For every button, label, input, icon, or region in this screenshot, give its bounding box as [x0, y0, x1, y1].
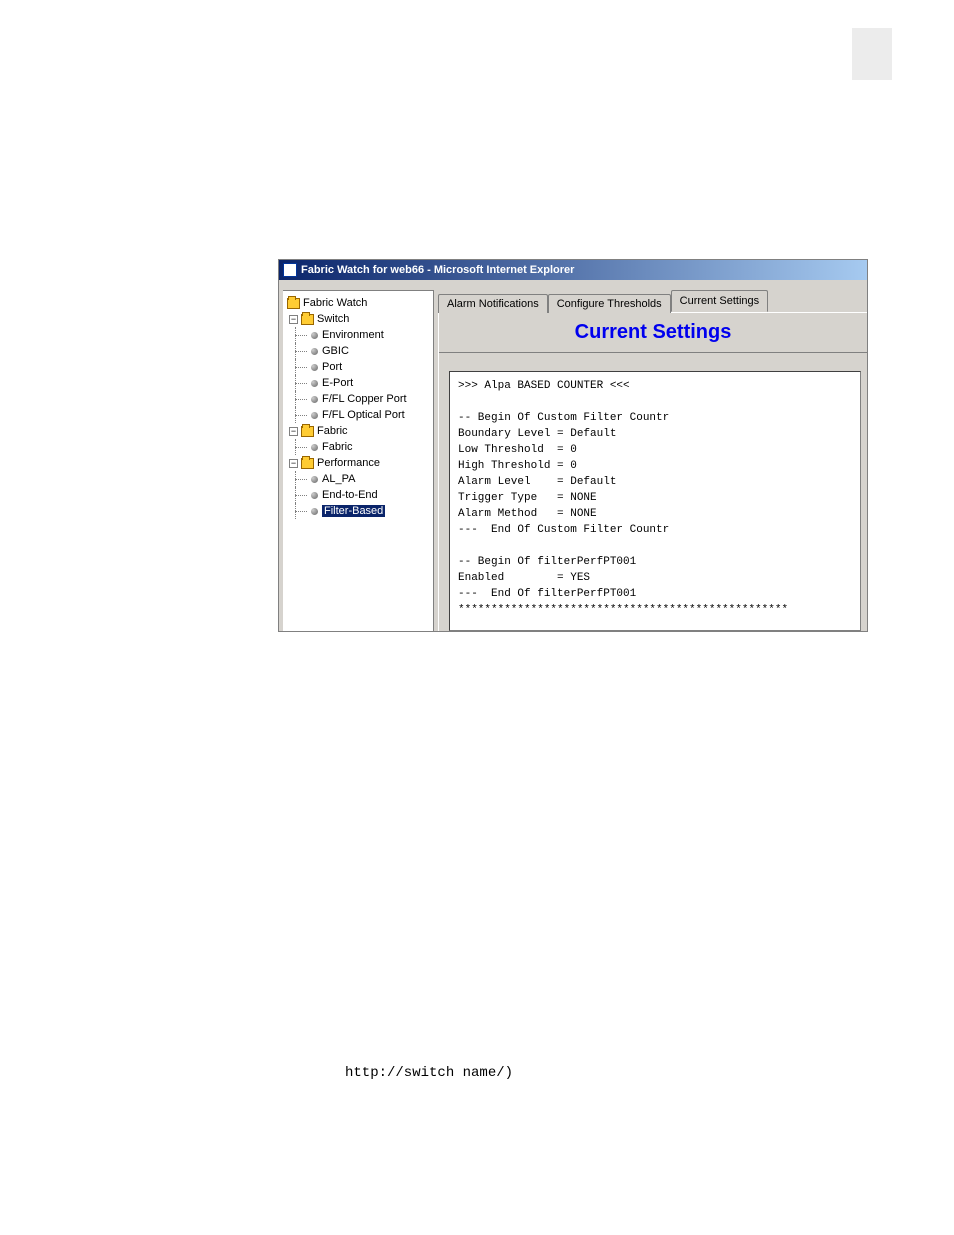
tree-item-copper[interactable]: F/FL Copper Port [285, 391, 431, 407]
tree-root[interactable]: Fabric Watch [285, 295, 431, 311]
leaf-icon [311, 396, 318, 403]
leaf-icon [311, 412, 318, 419]
leaf-icon [311, 364, 318, 371]
tab-configure-thresholds[interactable]: Configure Thresholds [548, 294, 671, 313]
leaf-icon [311, 476, 318, 483]
content-panel: Alarm Notifications Configure Thresholds… [438, 290, 867, 631]
tab-current-settings[interactable]: Current Settings [671, 290, 768, 312]
folder-icon [287, 298, 300, 309]
tree-switch-label: Switch [317, 313, 349, 325]
tree-item-port[interactable]: Port [285, 359, 431, 375]
folder-icon [301, 314, 314, 325]
tree-performance-label: Performance [317, 457, 380, 469]
window-body: Fabric Watch − Switch Environment GBIC P… [279, 280, 867, 631]
tree-item-environment[interactable]: Environment [285, 327, 431, 343]
tree-item-optical[interactable]: F/FL Optical Port [285, 407, 431, 423]
app-window: Fabric Watch for web66 - Microsoft Inter… [278, 259, 868, 632]
title-bar[interactable]: Fabric Watch for web66 - Microsoft Inter… [279, 260, 867, 280]
tree-item-fabric[interactable]: Fabric [285, 439, 431, 455]
tab-alarm-notifications[interactable]: Alarm Notifications [438, 294, 548, 313]
folder-icon [301, 426, 314, 437]
tab-content: Current Settings >>> Alpa BASED COUNTER … [438, 312, 867, 631]
collapse-icon[interactable]: − [289, 459, 298, 468]
leaf-icon [311, 492, 318, 499]
tree-item-filterbased[interactable]: Filter-Based [285, 503, 431, 519]
tree-item-eport[interactable]: E-Port [285, 375, 431, 391]
tree-fabric-label: Fabric [317, 425, 348, 437]
tree-item-endtoend[interactable]: End-to-End [285, 487, 431, 503]
leaf-icon [311, 444, 318, 451]
window-title: Fabric Watch for web66 - Microsoft Inter… [301, 264, 574, 276]
settings-heading: Current Settings [439, 313, 867, 353]
tree-performance[interactable]: − Performance [285, 455, 431, 471]
collapse-icon[interactable]: − [289, 427, 298, 436]
tab-row: Alarm Notifications Configure Thresholds… [438, 290, 867, 312]
footer-url-text: http://switch name/) [345, 1065, 513, 1081]
header-placeholder [852, 28, 892, 80]
tree-fabric[interactable]: − Fabric [285, 423, 431, 439]
collapse-icon[interactable]: − [289, 315, 298, 324]
leaf-icon [311, 508, 318, 515]
leaf-icon [311, 380, 318, 387]
ie-icon [283, 263, 297, 277]
tree-item-alpa[interactable]: AL_PA [285, 471, 431, 487]
tree-root-label: Fabric Watch [303, 297, 367, 309]
tree-item-gbic[interactable]: GBIC [285, 343, 431, 359]
leaf-icon [311, 348, 318, 355]
tree-panel: Fabric Watch − Switch Environment GBIC P… [283, 290, 434, 631]
folder-icon [301, 458, 314, 469]
leaf-icon [311, 332, 318, 339]
settings-output: >>> Alpa BASED COUNTER <<< -- Begin Of C… [449, 371, 861, 631]
tree-switch[interactable]: − Switch [285, 311, 431, 327]
